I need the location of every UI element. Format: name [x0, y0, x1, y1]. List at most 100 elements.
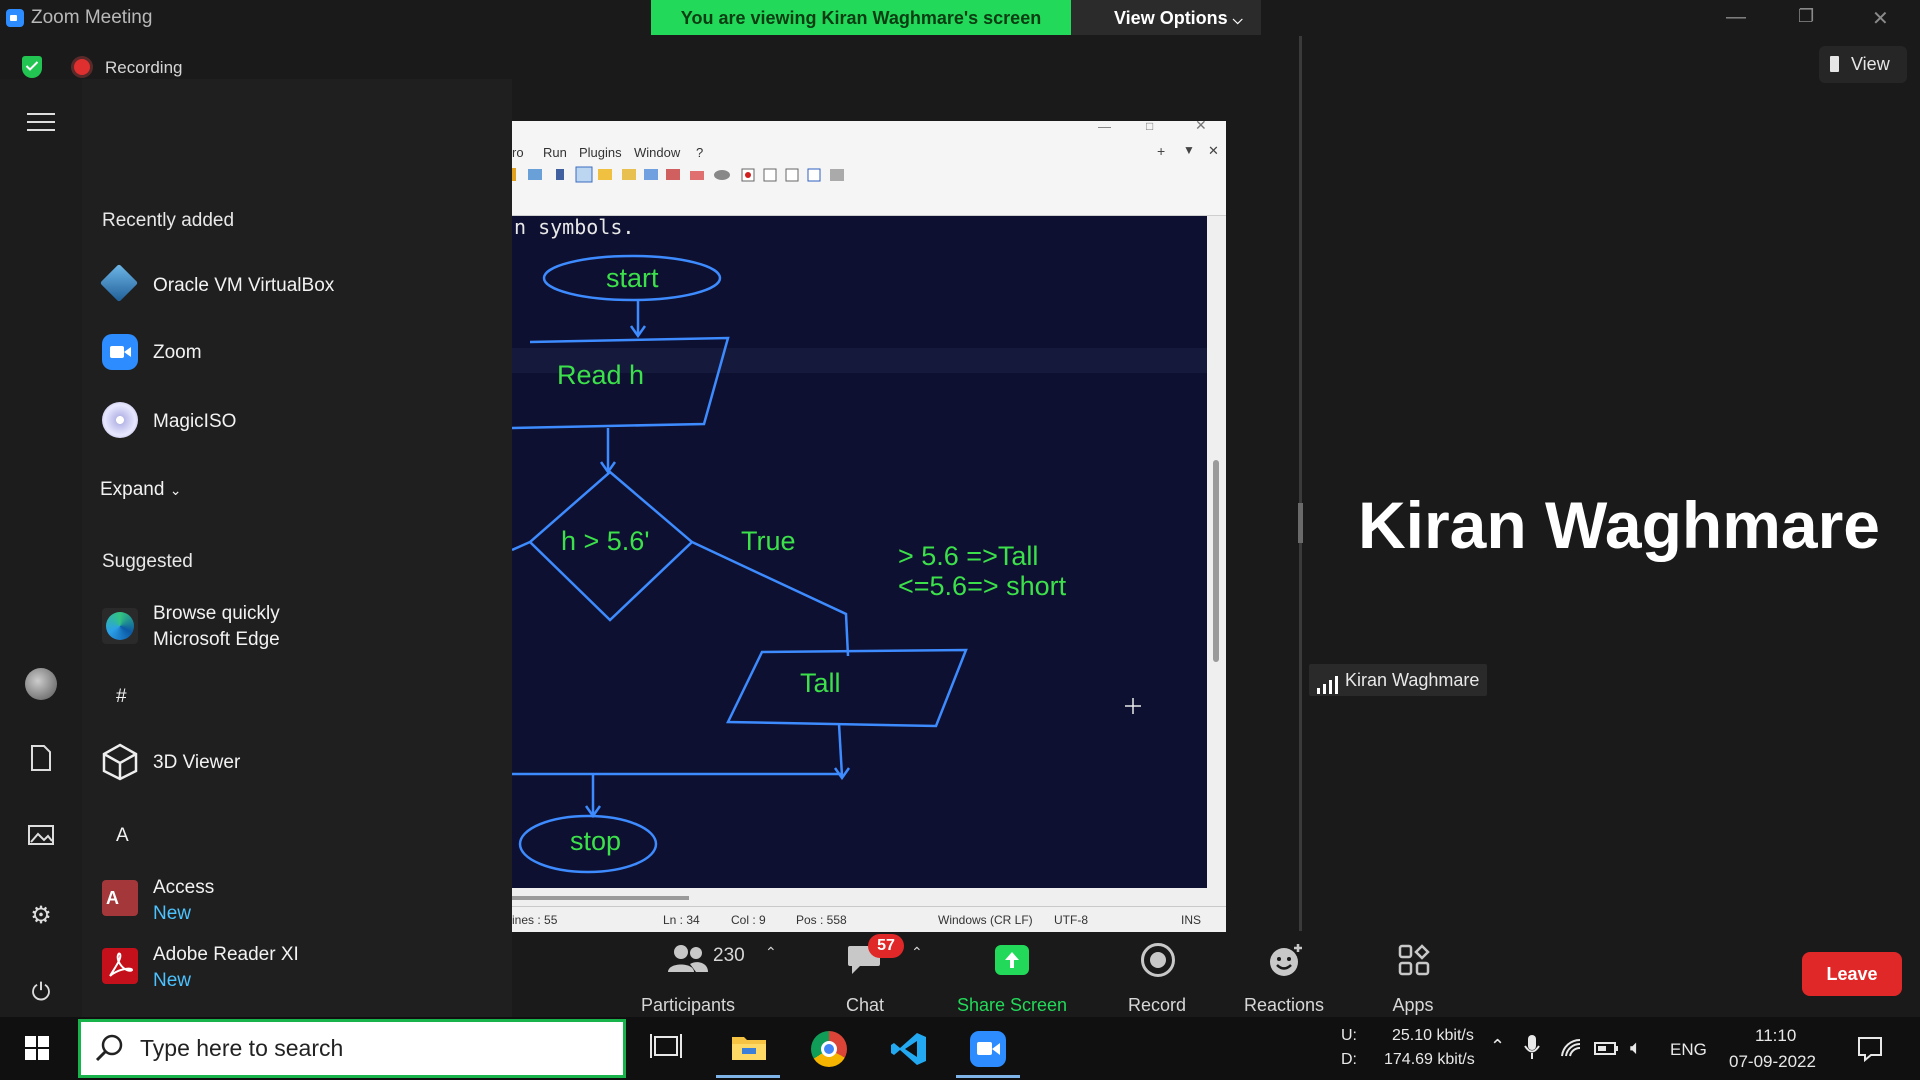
reactions-label[interactable]: Reactions [1234, 995, 1334, 1016]
chat-chevron-up-icon[interactable]: ⌃ [911, 944, 923, 961]
shared-close-icon: ✕ [1195, 117, 1207, 133]
participants-icon[interactable] [668, 944, 708, 979]
share-screen-icon[interactable] [995, 945, 1029, 975]
edge-icon [102, 608, 138, 644]
shared-restore-icon: □ [1146, 119, 1154, 133]
chat-badge: 57 [868, 934, 904, 958]
zoom-app-icon [102, 334, 138, 370]
menu-plugins: Plugins [579, 145, 622, 160]
zoom-taskbar-icon[interactable] [970, 1031, 1008, 1067]
section-a[interactable]: A [116, 825, 129, 847]
net-download-speed: 174.69 kbit/s [1384, 1051, 1475, 1068]
share-screen-label[interactable]: Share Screen [952, 995, 1072, 1016]
adobe-reader-icon [102, 948, 138, 984]
chat-label[interactable]: Chat [815, 995, 915, 1016]
file-explorer-icon[interactable] [730, 1031, 768, 1067]
search-placeholder: Type here to search [140, 1035, 344, 1061]
status-col: Col : 9 [731, 913, 766, 927]
record-label[interactable]: Record [1107, 995, 1207, 1016]
tray-chevron-up-icon[interactable]: ⌃ [1490, 1036, 1505, 1057]
encryption-shield-icon[interactable] [22, 56, 42, 78]
expand-button[interactable]: Expand ⌄ [100, 479, 181, 501]
clock-date[interactable]: 07-09-2022 [1729, 1052, 1816, 1072]
notification-center-icon[interactable] [1857, 1036, 1883, 1067]
chrome-icon[interactable] [811, 1031, 849, 1067]
access-icon: A [102, 880, 138, 916]
apps-label[interactable]: Apps [1363, 995, 1463, 1016]
recently-added-header: Recently added [102, 210, 235, 231]
minimize-icon[interactable]: — [1726, 6, 1746, 29]
cube-3d-icon [102, 743, 138, 786]
clock-time[interactable]: 11:10 [1755, 1026, 1796, 1046]
view-button[interactable]: View [1819, 46, 1907, 83]
microphone-icon[interactable] [1524, 1035, 1540, 1066]
menu-macro: ro [512, 145, 524, 160]
recording-dot-icon [74, 59, 90, 75]
close-icon[interactable]: ✕ [1872, 6, 1889, 31]
leave-button[interactable]: Leave [1802, 952, 1902, 996]
status-ln: Ln : 34 [663, 913, 700, 927]
suggested-line2[interactable]: Microsoft Edge [153, 629, 280, 651]
shared-minimize-icon: — [1098, 119, 1111, 134]
status-encoding: UTF-8 [1054, 913, 1088, 927]
battery-icon[interactable] [1594, 1040, 1620, 1061]
chevron-up-icon[interactable]: ⌃ [765, 944, 777, 961]
notepad-icon-strip [512, 165, 847, 183]
name-tag-label: Kiran Waghmare [1345, 670, 1480, 690]
adobe-new-badge: New [153, 970, 192, 991]
apps-icon[interactable] [1398, 944, 1430, 981]
app-zoom[interactable]: Zoom [153, 342, 202, 364]
windows-start-icon[interactable] [25, 1036, 49, 1065]
shared-close-doc-icon: ✕ [1208, 143, 1219, 158]
divider-grip[interactable] [1298, 503, 1303, 543]
participants-label[interactable]: Participants [638, 995, 738, 1016]
app-virtualbox[interactable]: Oracle VM VirtualBox [153, 275, 334, 297]
section-hash[interactable]: # [116, 686, 127, 708]
flow-read-label: Read h [557, 360, 645, 390]
documents-icon[interactable] [24, 744, 58, 778]
user-avatar[interactable] [25, 668, 57, 700]
pictures-icon[interactable] [24, 822, 58, 856]
app-3d-viewer[interactable]: 3D Viewer [153, 752, 240, 774]
suggested-line1[interactable]: Browse quickly [153, 603, 280, 625]
task-view-icon[interactable] [649, 1031, 687, 1067]
status-mode: INS [1181, 913, 1202, 927]
flow-stop-label: stop [570, 826, 622, 856]
power-icon[interactable]: ⏻ [24, 976, 58, 1010]
participant-display-name: Kiran Waghmare [1358, 488, 1881, 562]
flow-tall-label: Tall [800, 668, 841, 698]
flow-note-line2: <=5.6=> short [898, 571, 1067, 601]
menu-window: Window [634, 145, 681, 160]
net-upload-speed: 25.10 kbit/s [1392, 1027, 1474, 1044]
app-access[interactable]: Access [153, 877, 214, 899]
net-download-label: D: [1341, 1051, 1357, 1068]
access-new-badge: New [153, 903, 192, 924]
zoom-logo-icon [6, 9, 24, 27]
reactions-icon[interactable] [1268, 942, 1304, 983]
language-indicator[interactable]: ENG [1670, 1040, 1707, 1060]
suggested-header: Suggested [102, 551, 193, 572]
volume-icon[interactable]: 🔈︎ [1630, 1037, 1642, 1060]
magiciso-icon [102, 402, 138, 438]
wifi-icon[interactable] [1560, 1038, 1584, 1063]
recording-label: Recording [105, 58, 183, 77]
net-upload-label: U: [1341, 1027, 1357, 1044]
chevron-down-icon: ⌵ [1232, 12, 1243, 27]
record-icon[interactable] [1141, 943, 1175, 977]
panel-divider[interactable] [1299, 36, 1302, 931]
notepad-status-bar [512, 906, 1226, 932]
status-lines: ines : 55 [512, 913, 558, 927]
restore-icon[interactable]: ❐ [1798, 6, 1814, 27]
app-magiciso[interactable]: MagicISO [153, 411, 236, 433]
viewing-banner: You are viewing Kiran Waghmare's screen [651, 0, 1071, 35]
participants-count: 230 [713, 945, 745, 966]
app-adobe-reader[interactable]: Adobe Reader XI [153, 944, 299, 966]
zoom-window: Zoom Meeting You are viewing Kiran Waghm… [0, 0, 1920, 1080]
explorer-active-indicator [716, 1075, 780, 1078]
vscode-icon[interactable] [890, 1031, 928, 1067]
view-options-label: View Options [1114, 8, 1228, 28]
settings-gear-icon[interactable]: ⚙ [24, 899, 58, 933]
status-eol: Windows (CR LF) [938, 913, 1033, 927]
hamburger-menu-icon[interactable] [24, 108, 58, 142]
view-options-button[interactable]: View Options ⌵ [1071, 0, 1261, 35]
